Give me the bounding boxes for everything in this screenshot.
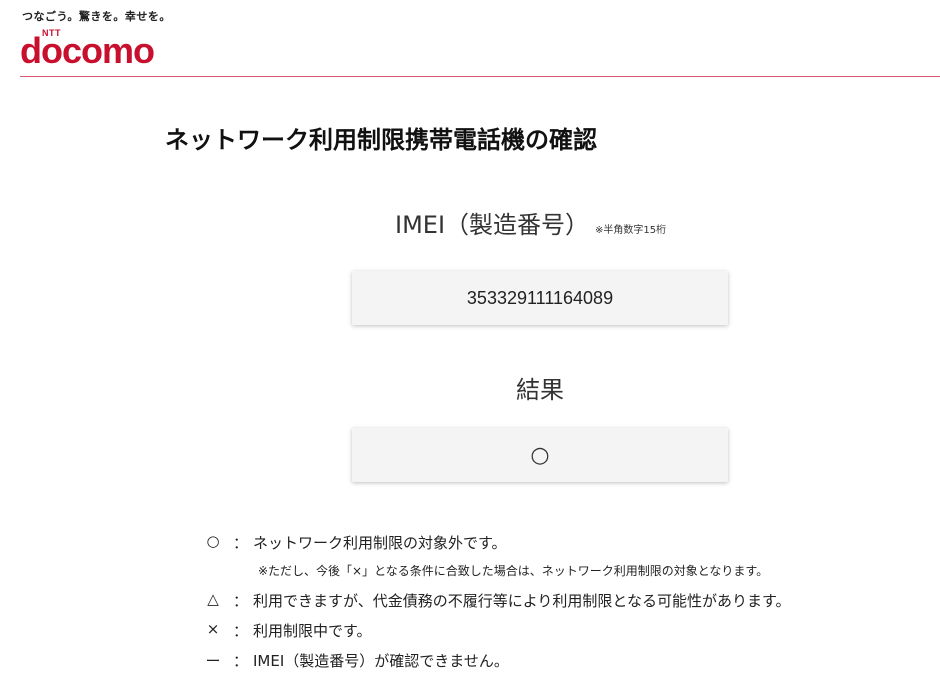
result-box: ○ [352, 428, 728, 482]
imei-field-box[interactable] [352, 271, 728, 325]
legend-description: ネットワーク利用制限の対象外です。 [253, 534, 507, 552]
result-legend: ○ ： ネットワーク利用制限の対象外です。 ※ただし、今後「×」となる条件に合致… [203, 530, 923, 678]
legend-description: IMEI（製造番号）が確認できません。 [253, 652, 509, 670]
page-title: ネットワーク利用制限携帯電話機の確認 [165, 126, 597, 154]
legend-item-caution: △ ： 利用できますが、代金債務の不履行等により利用制限となる可能性があります。 [203, 588, 923, 618]
imei-format-note: ※半角数字15桁 [595, 225, 667, 236]
legend-description: 利用できますが、代金債務の不履行等により利用制限となる可能性があります。 [253, 592, 791, 610]
imei-label-row: IMEI（製造番号） ※半角数字15桁 [395, 205, 666, 240]
legend-separator: ： [233, 652, 249, 670]
legend-description: 利用制限中です。 [253, 622, 372, 640]
legend-item-restricted: × ： 利用制限中です。 [203, 618, 923, 648]
header-divider [20, 76, 940, 77]
docomo-logo[interactable]: docomo NTT [20, 28, 190, 72]
logo-ntt-mark: NTT [42, 28, 61, 38]
site-header: つなごう。驚きを。幸せを。 docomo NTT [0, 0, 940, 78]
legend-symbol: × [206, 620, 220, 638]
imei-label: IMEI（製造番号） [395, 211, 590, 239]
legend-symbol: △ [207, 590, 219, 608]
legend-separator: ： [233, 622, 249, 640]
logo-wordmark: docomo [20, 30, 155, 71]
legend-item-unknown: ー ： IMEI（製造番号）が確認できません。 [203, 648, 923, 678]
legend-separator: ： [233, 534, 249, 552]
result-label: 結果 [516, 376, 564, 404]
legend-note: ※ただし、今後「×」となる条件に合致した場合は、ネットワーク利用制限の対象となり… [258, 564, 769, 578]
result-value: ○ [530, 442, 550, 468]
legend-separator: ： [233, 592, 249, 610]
legend-item-ok: ○ ： ネットワーク利用制限の対象外です。 [203, 530, 923, 560]
legend-symbol: ○ [206, 532, 220, 550]
legend-symbol: ー [205, 652, 221, 670]
imei-input[interactable] [352, 286, 728, 310]
brand-tagline: つなごう。驚きを。幸せを。 [22, 10, 171, 23]
